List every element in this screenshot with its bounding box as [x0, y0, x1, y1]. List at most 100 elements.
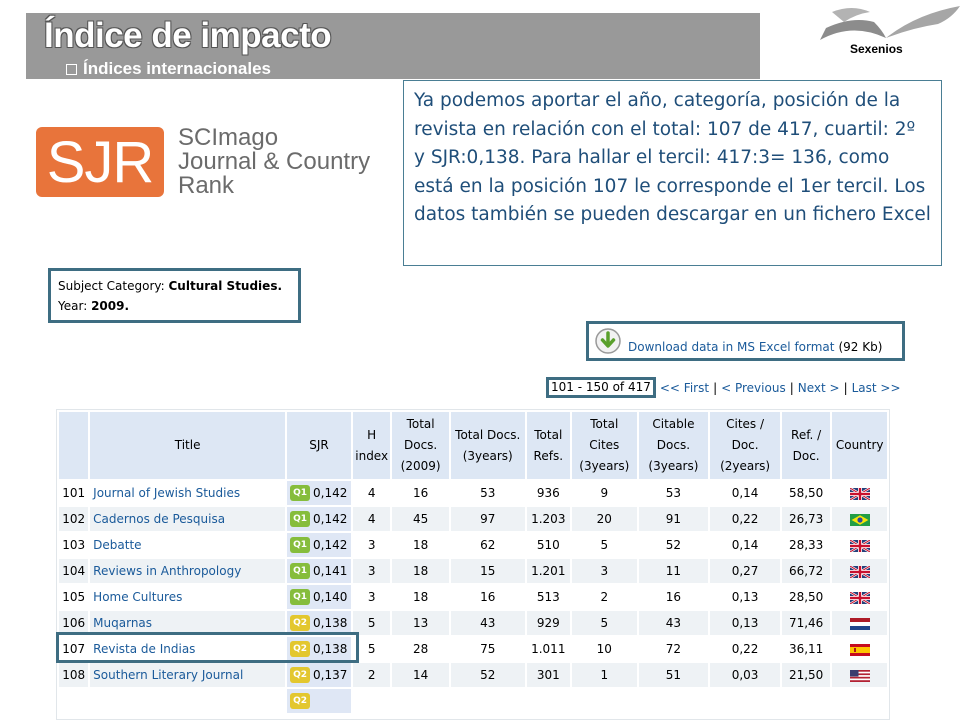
row-citable-docs: 11 [638, 559, 709, 583]
download-arrow-icon[interactable] [594, 327, 622, 355]
row-rank: 106 [59, 611, 89, 635]
col-header-ref-doc[interactable]: Ref. / Doc. [781, 412, 831, 479]
journal-title-link[interactable]: Muqarnas [93, 616, 152, 630]
row-h-index: 5 [353, 611, 391, 635]
row-h-index [353, 689, 391, 713]
sjr-logo-line-2: Journal & Country [178, 148, 371, 175]
row-country [832, 611, 887, 635]
row-h-index: 4 [353, 507, 391, 531]
row-total-docs-year: 18 [392, 585, 449, 609]
row-total-cites: 9 [571, 481, 637, 505]
row-citable-docs [638, 689, 709, 713]
row-total-refs [526, 689, 570, 713]
row-total-docs-3y: 16 [450, 585, 525, 609]
row-sjr-cell: Q1 0,142 [287, 507, 351, 531]
pagination-separator: | [789, 380, 794, 395]
row-total-cites: 5 [571, 611, 637, 635]
quartile-badge: Q1 [290, 563, 311, 579]
row-title-cell [90, 689, 286, 713]
journal-title-link[interactable]: Home Cultures [93, 590, 182, 604]
row-sjr-cell: Q2 0,138 [287, 637, 351, 661]
table-row: 108 Southern Literary Journal Q2 0,137 2 14 52… [59, 663, 887, 687]
row-total-refs: 1.011 [526, 637, 570, 661]
pagination-previous-link[interactable]: < Previous [721, 381, 786, 395]
row-sjr-cell: Q2 0,138 [287, 611, 351, 635]
row-total-refs: 929 [526, 611, 570, 635]
row-total-cites: 1 [571, 663, 637, 687]
row-rank: 101 [59, 481, 89, 505]
row-country [832, 663, 887, 687]
row-total-refs: 1.203 [526, 507, 570, 531]
row-country [832, 637, 887, 661]
row-total-docs-3y: 52 [450, 663, 525, 687]
col-header-country[interactable]: Country [832, 412, 887, 479]
sjr-logo-mark: SJR [36, 127, 164, 197]
row-total-docs-3y: 15 [450, 559, 525, 583]
col-header-total-refs[interactable]: Total Refs. [526, 412, 570, 479]
row-h-index: 2 [353, 663, 391, 687]
pagination-first-link[interactable]: << First [660, 381, 709, 395]
row-h-index: 5 [353, 637, 391, 661]
table-row: 102 Cadernos de Pesquisa Q1 0,142 4 45 97 1.203… [59, 507, 887, 531]
table-row: 103 Debatte Q1 0,142 3 18 62 510 5 52 0,14 28,33 [59, 533, 887, 557]
journal-title-link[interactable]: Debatte [93, 538, 141, 552]
row-citable-docs: 16 [638, 585, 709, 609]
download-file-size: (92 Kb) [838, 340, 883, 354]
col-header-total-docs-3y[interactable]: Total Docs. (3years) [450, 412, 525, 479]
row-sjr-value: 0,140 [313, 590, 348, 604]
row-cites-doc: 0,22 [710, 507, 780, 531]
row-country [832, 689, 887, 713]
row-total-docs-year: 18 [392, 559, 449, 583]
table-row: Q2 [59, 689, 887, 713]
quartile-badge: Q1 [290, 511, 311, 527]
row-total-docs-3y [450, 689, 525, 713]
table-body: 101 Journal of Jewish Studies Q1 0,142 4 16 53… [59, 481, 887, 713]
row-total-docs-year: 18 [392, 533, 449, 557]
download-excel-link[interactable]: Download data in MS Excel format [628, 340, 834, 354]
journal-title-link[interactable]: Reviews in Anthropology [93, 564, 241, 578]
pagination-next-link[interactable]: Next > [798, 381, 840, 395]
row-total-cites [571, 689, 637, 713]
row-sjr-cell: Q1 0,141 [287, 559, 351, 583]
journal-title-link[interactable]: Southern Literary Journal [93, 668, 243, 682]
row-title-cell: Reviews in Anthropology [90, 559, 286, 583]
row-citable-docs: 52 [638, 533, 709, 557]
journal-title-link[interactable]: Journal of Jewish Studies [93, 486, 240, 500]
row-total-docs-year: 45 [392, 507, 449, 531]
row-sjr-cell: Q1 0,140 [287, 585, 351, 609]
col-header-h-index[interactable]: H index [353, 412, 391, 479]
row-total-docs-3y: 43 [450, 611, 525, 635]
subject-year-line: Year: 2009. [58, 296, 291, 316]
row-total-refs: 301 [526, 663, 570, 687]
col-header-total-docs-year[interactable]: Total Docs. (2009) [392, 412, 449, 479]
download-excel-box[interactable]: Download data in MS Excel format (92 Kb) [586, 321, 905, 361]
col-header-total-cites[interactable]: Total Cites (3years) [571, 412, 637, 479]
row-citable-docs: 91 [638, 507, 709, 531]
table-row: 104 Reviews in Anthropology Q1 0,141 3 18 15 1.… [59, 559, 887, 583]
row-sjr-cell: Q1 0,142 [287, 533, 351, 557]
row-rank: 108 [59, 663, 89, 687]
row-sjr-value: 0,142 [313, 538, 348, 552]
col-header-cites-doc[interactable]: Cites / Doc. (2years) [710, 412, 780, 479]
row-rank: 103 [59, 533, 89, 557]
row-ref-doc: 71,46 [781, 611, 831, 635]
col-header-title[interactable]: Title [90, 412, 286, 479]
quartile-badge: Q2 [290, 641, 311, 657]
col-header-citable-docs[interactable]: Citable Docs. (3years) [638, 412, 709, 479]
row-sjr-value: 0,142 [313, 486, 348, 500]
row-total-docs-3y: 75 [450, 637, 525, 661]
sjr-logo-line-3: Rank [178, 172, 235, 199]
journal-title-link[interactable]: Cadernos de Pesquisa [93, 512, 225, 526]
row-cites-doc: 0,22 [710, 637, 780, 661]
col-header-sjr[interactable]: SJR [287, 412, 351, 479]
page-subtitle-text: Índices internacionales [83, 59, 272, 78]
pagination-last-link[interactable]: Last >> [852, 381, 901, 395]
row-ref-doc: 21,50 [781, 663, 831, 687]
journal-title-link[interactable]: Revista de Indias [93, 642, 195, 656]
row-cites-doc: 0,13 [710, 585, 780, 609]
row-total-cites: 5 [571, 533, 637, 557]
row-cites-doc: 0,03 [710, 663, 780, 687]
row-cites-doc [710, 689, 780, 713]
row-total-refs: 936 [526, 481, 570, 505]
uk-flag-icon [849, 564, 871, 579]
